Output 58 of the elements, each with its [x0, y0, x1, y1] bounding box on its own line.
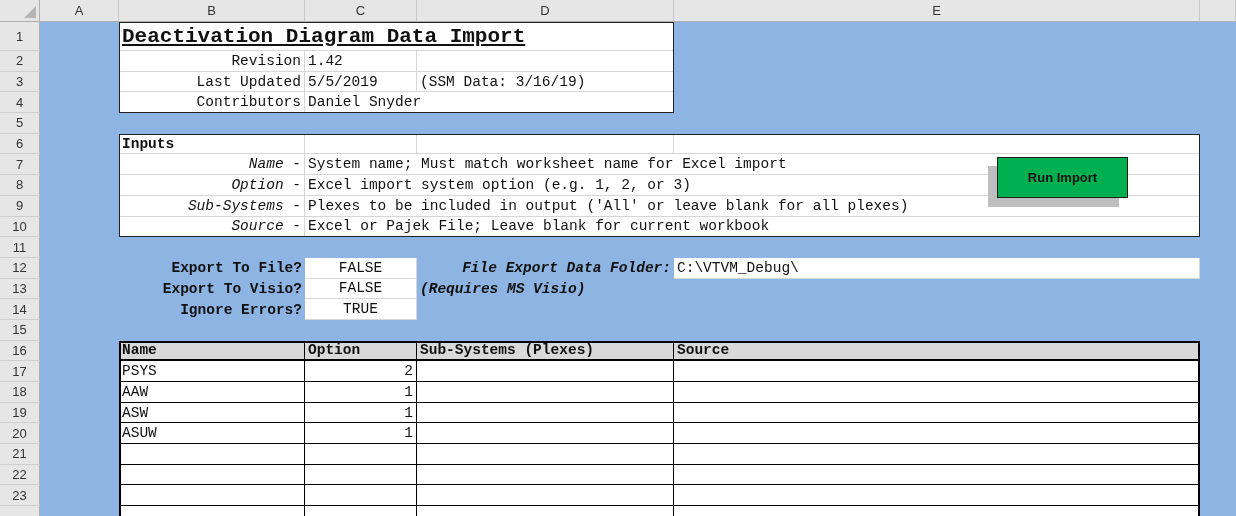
column-heading: Source: [674, 340, 1200, 362]
row-header[interactable]: 17: [0, 361, 40, 382]
row-header[interactable]: 3: [0, 71, 40, 93]
input-label: Option -: [119, 175, 305, 196]
table-cell: 2: [305, 361, 417, 382]
table-cell: 1: [305, 423, 417, 445]
row-header[interactable]: 18: [0, 382, 40, 403]
row-header[interactable]: 5: [0, 113, 40, 134]
row-header[interactable]: 23: [0, 485, 40, 507]
row-header[interactable]: 2: [0, 51, 40, 72]
column-header[interactable]: [1200, 0, 1236, 22]
row-header[interactable]: 10: [0, 216, 40, 238]
row-header[interactable]: 1: [0, 22, 40, 51]
setting-label: Export To Visio?: [161, 279, 303, 299]
input-label: Name -: [119, 154, 305, 176]
section-heading: Inputs: [119, 133, 305, 155]
table-cell: 1: [305, 382, 417, 403]
row-header[interactable]: 6: [0, 133, 40, 155]
table-cell: ASUW: [119, 423, 305, 445]
table-cell: PSYS: [119, 361, 305, 382]
row-header[interactable]: 22: [0, 464, 40, 486]
row-header[interactable]: 20: [0, 423, 40, 445]
column-header[interactable]: E: [674, 0, 1200, 22]
setting-value[interactable]: TRUE: [305, 299, 417, 320]
sheet-title: Deactivation Diagram Data Import: [119, 22, 674, 51]
column-heading: Option: [305, 340, 417, 362]
folder-value[interactable]: C:\VTVM_Debug\: [674, 257, 1200, 279]
row-header[interactable]: 14: [0, 299, 40, 320]
row-header[interactable]: 7: [0, 154, 40, 176]
folder-label: File Export Data Folder:: [461, 259, 672, 279]
field-note: (SSM Data: 3/16/19): [417, 71, 674, 93]
row-header[interactable]: 21: [0, 444, 40, 465]
table-cell: AAW: [119, 382, 305, 403]
column-header[interactable]: D: [417, 0, 674, 22]
row-header[interactable]: 11: [0, 237, 40, 258]
row-header[interactable]: 12: [0, 257, 40, 279]
setting-label: Ignore Errors?: [179, 300, 303, 320]
column-header[interactable]: A: [40, 0, 119, 22]
column-header[interactable]: B: [119, 0, 305, 22]
row-header[interactable]: 16: [0, 340, 40, 362]
field-label: Revision: [119, 51, 305, 72]
row-header[interactable]: 13: [0, 278, 40, 300]
row-header[interactable]: 15: [0, 319, 40, 341]
setting-label: Export To File?: [170, 259, 303, 279]
row-header[interactable]: 4: [0, 92, 40, 114]
column-heading: Sub-Systems (Plexes): [417, 340, 674, 362]
table-cell: 1: [305, 402, 417, 424]
setting-value[interactable]: FALSE: [305, 278, 417, 300]
field-value: 5/5/2019: [305, 71, 417, 93]
row-header[interactable]: 19: [0, 402, 40, 424]
visio-note: (Requires MS Visio): [419, 279, 587, 299]
select-all-icon[interactable]: [24, 6, 36, 18]
field-value: Daniel Snyder: [305, 92, 674, 114]
row-header[interactable]: 9: [0, 195, 40, 217]
setting-value[interactable]: FALSE: [305, 257, 417, 279]
field-value: 1.42: [305, 51, 417, 72]
row-header[interactable]: 8: [0, 175, 40, 196]
column-header[interactable]: C: [305, 0, 417, 22]
